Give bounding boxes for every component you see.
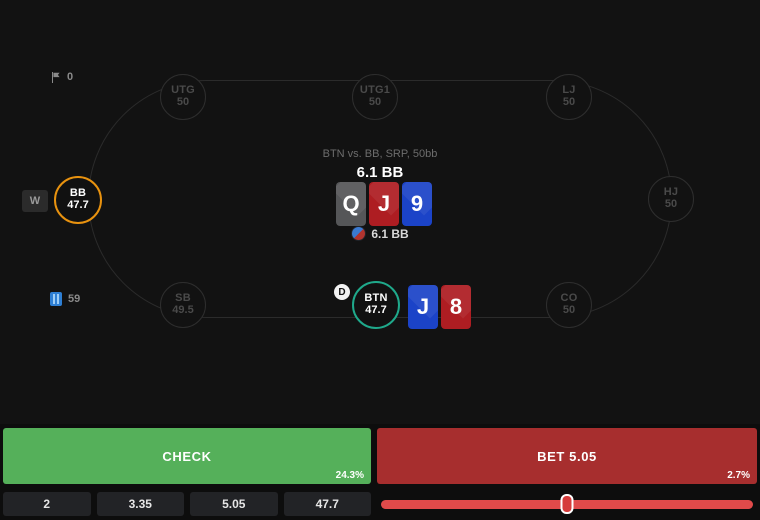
pot-size-bottom: 6.1 BB bbox=[0, 226, 760, 241]
hero-hole-cards: J 8 bbox=[408, 285, 471, 329]
pot-size-top: 6.1 BB bbox=[356, 164, 404, 181]
dealer-button-icon: D bbox=[334, 284, 350, 300]
seat-stack: 50 bbox=[562, 96, 576, 108]
flagged-hands-counter[interactable]: 0 bbox=[50, 71, 73, 83]
hands-played-counter[interactable]: 59 bbox=[50, 292, 80, 306]
bet-size-preset-4[interactable]: 47.7 bbox=[283, 492, 371, 516]
hero-card-2: 8 bbox=[441, 285, 471, 329]
hero-card-1: J bbox=[408, 285, 438, 329]
seat-stack: 47.7 bbox=[365, 304, 387, 316]
action-bar: CHECK 24.3% BET 5.05 2.7% bbox=[0, 428, 760, 484]
slider-thumb[interactable] bbox=[560, 494, 574, 514]
seat-stack: 50 bbox=[368, 96, 382, 108]
bet-button-label: BET 5.05 bbox=[537, 448, 597, 464]
seat-sb[interactable]: SB 49.5 bbox=[160, 282, 206, 328]
seat-stack: 50 bbox=[176, 96, 190, 108]
flagged-hands-value: 0 bbox=[67, 71, 74, 83]
seat-bb-villain[interactable]: BB 47.7 bbox=[54, 176, 102, 224]
seat-stack: 47.7 bbox=[67, 199, 89, 211]
board-card-1: Q bbox=[336, 182, 366, 226]
seat-utg1[interactable]: UTG1 50 bbox=[352, 74, 398, 120]
bet-frequency: 2.7% bbox=[727, 470, 750, 481]
flag-icon bbox=[52, 71, 60, 83]
seat-hj[interactable]: HJ 50 bbox=[648, 176, 694, 222]
bet-size-slider[interactable] bbox=[377, 492, 757, 516]
bet-size-bar: 2 3.35 5.05 47.7 bbox=[0, 488, 760, 520]
board-card-3: 9 bbox=[402, 182, 432, 226]
bet-size-preset-2[interactable]: 3.35 bbox=[96, 492, 184, 516]
seat-btn-hero[interactable]: BTN 47.7 bbox=[352, 281, 400, 329]
hands-played-value: 59 bbox=[68, 293, 81, 305]
pot-size-value: 6.1 BB bbox=[371, 226, 409, 241]
poker-chip-icon bbox=[351, 226, 367, 241]
check-button-label: CHECK bbox=[162, 448, 212, 464]
bet-size-preset-3[interactable]: 5.05 bbox=[190, 492, 278, 516]
check-frequency: 24.3% bbox=[335, 470, 364, 481]
bet-size-preset-1[interactable]: 2 bbox=[3, 492, 91, 516]
poker-trainer-app: 0 59 W UTG 50 UTG1 50 LJ 50 HJ 50 CO 50 bbox=[0, 0, 760, 520]
poker-table-felt: 0 59 W UTG 50 UTG1 50 LJ 50 HJ 50 CO 50 bbox=[0, 0, 760, 424]
bet-size-presets: 2 3.35 5.05 47.7 bbox=[3, 492, 371, 516]
card-stack-icon bbox=[50, 292, 62, 306]
seat-co[interactable]: CO 50 bbox=[546, 282, 592, 328]
board-card-2: J bbox=[369, 182, 399, 226]
spot-description: BTN vs. BB, SRP, 50bb bbox=[322, 148, 438, 160]
w-badge[interactable]: W bbox=[22, 190, 48, 212]
bet-button[interactable]: BET 5.05 2.7% bbox=[377, 428, 757, 484]
seat-stack: 50 bbox=[562, 304, 576, 316]
seat-utg[interactable]: UTG 50 bbox=[160, 74, 206, 120]
seat-lj[interactable]: LJ 50 bbox=[546, 74, 592, 120]
seat-stack: 49.5 bbox=[172, 304, 194, 316]
check-button[interactable]: CHECK 24.3% bbox=[3, 428, 371, 484]
seat-stack: 50 bbox=[664, 198, 678, 210]
board-cards: Q J 9 bbox=[336, 182, 432, 226]
